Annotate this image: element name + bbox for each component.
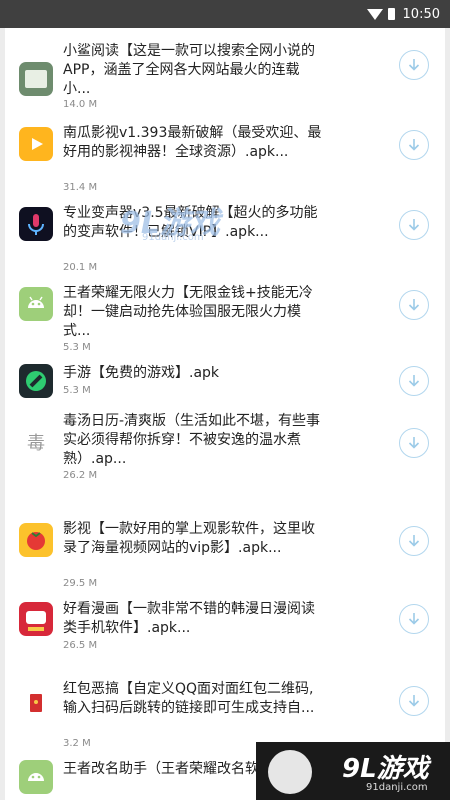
watermark-corner: 9L游戏 91danji.com [256, 742, 450, 800]
status-bar: 10:50 [0, 0, 450, 28]
download-button[interactable] [399, 130, 429, 160]
app-size: 5.3 M [63, 385, 91, 396]
app-size: 20.1 M [63, 262, 98, 273]
download-button[interactable] [399, 366, 429, 396]
download-icon [408, 613, 420, 625]
download-icon [408, 139, 420, 151]
app-title: 手游【免费的游戏】.apk [63, 365, 220, 381]
download-icon [408, 375, 420, 387]
app-title: 小鲨阅读【这是一款可以搜索全网小说的APP，涵盖了全网各大网站最火的连载小... [63, 43, 315, 97]
app-size: 5.3 M [63, 342, 91, 353]
app-size: 3.2 M [63, 738, 91, 749]
download-button[interactable] [399, 686, 429, 716]
download-button[interactable] [399, 290, 429, 320]
download-button[interactable] [399, 526, 429, 556]
battery-icon [387, 8, 395, 20]
pumpkin-video-icon [19, 127, 53, 161]
app-size: 26.5 M [63, 640, 98, 651]
download-icon [408, 59, 420, 71]
red-packet-icon [19, 686, 53, 720]
download-button[interactable] [399, 210, 429, 240]
watermark-logo-icon [268, 750, 312, 794]
app-list[interactable]: 小鲨阅读【这是一款可以搜索全网小说的APP，涵盖了全网各大网站最火的连载小...… [5, 28, 445, 800]
download-button[interactable] [399, 428, 429, 458]
app-size: 14.0 M [63, 99, 98, 110]
game-g-icon [19, 364, 53, 398]
watermark-url: 91danji.com [142, 232, 204, 243]
app-size: 31.4 M [63, 182, 98, 193]
watermark-brand: 9L游戏 [342, 754, 429, 784]
download-icon [408, 535, 420, 547]
app-title: 南瓜影视v1.393最新破解（最受欢迎、最好用的影视神器！全球资源）.apk..… [63, 125, 322, 160]
app-title: 红包恶搞【自定义QQ面对面红包二维码,输入扫码后跳转的链接即可生成支持自... [63, 681, 315, 716]
book-icon [19, 62, 53, 96]
voice-changer-icon [19, 207, 53, 241]
app-size: 26.2 M [63, 470, 98, 481]
android-icon [19, 760, 53, 794]
watermark-url: 91danji.com [366, 782, 428, 793]
download-button[interactable] [399, 604, 429, 634]
download-icon [408, 695, 420, 707]
download-button[interactable] [399, 50, 429, 80]
comic-icon [19, 602, 53, 636]
tomato-video-icon [19, 523, 53, 557]
wifi-icon [366, 8, 383, 20]
app-title: 王者荣耀无限火力【无限金钱+技能无冷却！一键启动抢先体验国服无限火力模式... [63, 285, 313, 339]
status-time: 10:50 [402, 6, 440, 22]
app-title: 影视【一款好用的掌上观影软件，这里收录了海量视频网站的vip影】.apk... [63, 521, 315, 556]
app-size: 29.5 M [63, 578, 98, 589]
app-title: 好看漫画【一款非常不错的韩漫日漫阅读类手机软件】.apk... [63, 601, 315, 636]
download-icon [408, 437, 420, 449]
calendar-icon: 毒 [19, 427, 53, 461]
android-icon [19, 287, 53, 321]
app-title: 毒汤日历-清爽版（生活如此不堪，有些事实必须得帮你拆穿！不被安逸的温水煮熟）.a… [63, 413, 321, 467]
download-icon [408, 299, 420, 311]
watermark-center: 9L游戏 91danji.com [120, 198, 230, 246]
download-icon [408, 219, 420, 231]
